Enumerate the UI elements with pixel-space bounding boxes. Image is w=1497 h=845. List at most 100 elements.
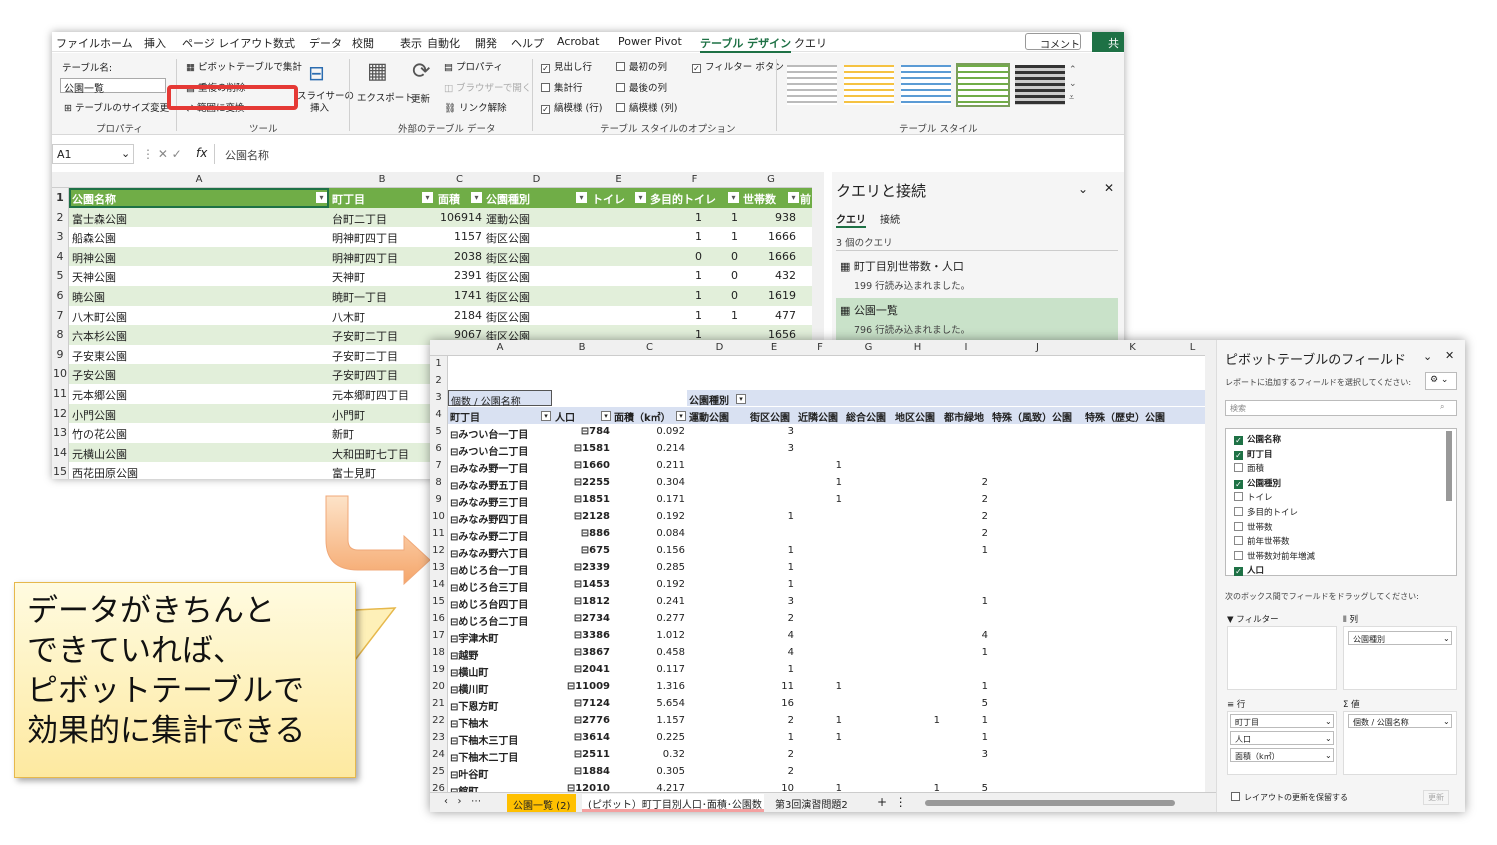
row-number[interactable]: 23 <box>430 730 448 747</box>
row-number[interactable]: 10 <box>430 509 448 526</box>
cell-park-name[interactable]: 西花田原公園 <box>72 465 138 479</box>
pivot-count[interactable]: 11 <box>752 681 794 692</box>
refresh-button[interactable]: 更新 <box>411 91 430 105</box>
cell-park-name[interactable]: 竹の花公園 <box>72 426 127 442</box>
pivot-area[interactable]: 1.157 <box>612 715 685 726</box>
row-drop-area[interactable]: 町丁目 ⌄ 人口 ⌄ 面積（k㎡） ⌄ <box>1227 711 1337 775</box>
tab-queries[interactable]: クエリ <box>836 211 866 228</box>
column-header[interactable]: B <box>329 174 435 185</box>
pivot-count[interactable]: 1 <box>942 647 988 658</box>
table-header-cell[interactable]: 前 <box>800 191 811 207</box>
open-browser-button[interactable]: ◫ ブラウザーで開く <box>444 80 531 94</box>
cell-park-name[interactable]: 元横山公園 <box>72 446 127 462</box>
row-number[interactable]: 11 <box>430 526 448 543</box>
table-header-cell[interactable]: 面積 <box>438 191 460 207</box>
table-header-cell[interactable]: 町丁目 <box>332 191 365 207</box>
cell-park-name[interactable]: 明神公園 <box>72 250 116 266</box>
pivot-count[interactable]: 2 <box>942 511 988 522</box>
pivot-count[interactable]: 2 <box>942 528 988 539</box>
value-field-item[interactable]: 個数 / 公園名称 ⌄ <box>1348 714 1452 728</box>
row-number[interactable]: 9 <box>430 492 448 509</box>
pivot-count[interactable]: 3 <box>752 426 794 437</box>
pivot-count[interactable]: 1 <box>942 545 988 556</box>
pivot-count[interactable]: 1 <box>752 579 794 590</box>
cell-households[interactable]: 477 <box>741 309 796 322</box>
pivot-district[interactable]: ⊟めじろ台三丁目 <box>450 579 528 594</box>
menu-item[interactable]: 開発 <box>475 35 497 51</box>
menu-item[interactable]: ホーム <box>100 35 133 51</box>
menu-item[interactable]: データ <box>309 35 342 51</box>
cell-park-name[interactable]: 小門公園 <box>72 407 116 423</box>
pivot-district[interactable]: ⊟みなみ野一丁目 <box>450 460 528 475</box>
pivot-population[interactable]: ⊟11009 <box>552 681 610 692</box>
table-header-cell[interactable]: 世帯数 <box>743 191 776 207</box>
unlink-button[interactable]: ⛓ リンク解除 <box>444 100 507 114</box>
pivot-district[interactable]: ⊟宇津木町 <box>450 630 498 645</box>
column-header[interactable]: L <box>1180 340 1205 356</box>
pivot-count[interactable]: 3 <box>752 596 794 607</box>
pivot-population[interactable]: ⊟2255 <box>552 477 610 488</box>
pivot-count[interactable]: 1 <box>752 511 794 522</box>
row-number[interactable]: 12 <box>52 403 69 424</box>
filter-drop-area[interactable] <box>1227 626 1337 690</box>
pivot-district[interactable]: ⊟みなみ野三丁目 <box>450 494 528 509</box>
row-number[interactable]: 5 <box>52 266 69 286</box>
pivot-district[interactable]: ⊟下柚木二丁目 <box>450 749 518 764</box>
row-number[interactable]: 17 <box>430 628 448 645</box>
pivot-col-header[interactable]: 特殊（風致）公園 <box>992 409 1072 424</box>
cell-households[interactable]: 1666 <box>741 250 796 263</box>
cell-toilet[interactable]: 1 <box>648 309 702 322</box>
cell-district[interactable]: 暁町一丁目 <box>332 289 387 305</box>
pivot-district[interactable]: ⊟みつい台一丁目 <box>450 426 528 441</box>
cell-district[interactable]: 明神町四丁目 <box>332 230 398 246</box>
row-number[interactable]: 6 <box>52 286 69 306</box>
tab-connections[interactable]: 接続 <box>880 211 900 226</box>
row-number[interactable]: 15 <box>52 462 69 479</box>
cell-district[interactable]: 富士見町 <box>332 465 376 479</box>
pivot-district[interactable]: ⊟めじろ台二丁目 <box>450 613 528 628</box>
row-number[interactable]: 11 <box>52 384 69 404</box>
menu-item[interactable]: Acrobat <box>557 35 599 48</box>
cell-district[interactable]: 八木町 <box>332 309 365 325</box>
properties-button[interactable]: ▤ プロパティ <box>444 59 503 73</box>
cell-park-name[interactable]: 富士森公園 <box>72 211 127 227</box>
pivot-count[interactable]: 3 <box>942 749 988 760</box>
pivot-col-header[interactable]: 街区公園 <box>750 409 790 424</box>
pivot-area[interactable]: 5.654 <box>612 698 685 709</box>
opt-first-col[interactable]: 最初の列 <box>616 59 667 73</box>
cell-area[interactable]: 1157 <box>435 230 482 243</box>
cell-district[interactable]: 元本郷町四丁目 <box>332 387 409 403</box>
field-item[interactable]: 面積 <box>1234 462 1264 474</box>
row-number[interactable]: 15 <box>430 594 448 611</box>
pivot-area[interactable]: 0.156 <box>612 545 685 556</box>
pivot-col-header[interactable]: 近隣公園 <box>798 409 838 424</box>
pivot-area[interactable]: 0.092 <box>612 426 685 437</box>
pivot-district[interactable]: ⊟みつい台二丁目 <box>450 443 528 458</box>
tab-exercise[interactable]: 第3回演習問題2 <box>775 796 848 811</box>
resize-table-button[interactable]: ⊞ テーブルのサイズ変更 <box>64 100 169 114</box>
column-header[interactable]: G <box>741 174 801 185</box>
tab-pivot[interactable]: (ピボット）町丁目別人口･面積･公園数 <box>582 794 764 812</box>
row-number[interactable]: 6 <box>430 441 448 458</box>
row-number[interactable]: 8 <box>52 325 69 345</box>
opt-filter-button[interactable]: ✓ フィルター ボタン <box>692 59 784 73</box>
cell-households[interactable]: 432 <box>741 269 796 282</box>
pivot-count[interactable]: 1 <box>796 477 842 488</box>
cell-park-name[interactable]: 天神公園 <box>72 269 116 285</box>
column-header[interactable]: H <box>893 340 942 356</box>
filter-dropdown-icon[interactable]: ▾ <box>601 411 611 421</box>
pivot-population[interactable]: ⊟3386 <box>552 630 610 641</box>
cell-multi-toilet[interactable]: 0 <box>702 250 738 263</box>
row-number[interactable]: 4 <box>52 246 69 267</box>
cell-households[interactable]: 938 <box>741 211 796 224</box>
pivot-district[interactable]: ⊟みなみ野二丁目 <box>450 528 528 543</box>
column-header[interactable]: E <box>752 340 796 356</box>
opt-last-col[interactable]: 最後の列 <box>616 80 667 94</box>
cell-park-type[interactable]: 街区公園 <box>486 230 530 246</box>
add-sheet-icon[interactable]: + ⋮ <box>877 795 907 809</box>
pivot-area[interactable]: 0.117 <box>612 664 685 675</box>
pivot-population[interactable]: ⊟1453 <box>552 579 610 590</box>
export-button[interactable]: エクスポート <box>357 90 414 104</box>
filter-dropdown-icon[interactable]: ▾ <box>676 411 686 421</box>
pivot-area[interactable]: 0.214 <box>612 443 685 454</box>
